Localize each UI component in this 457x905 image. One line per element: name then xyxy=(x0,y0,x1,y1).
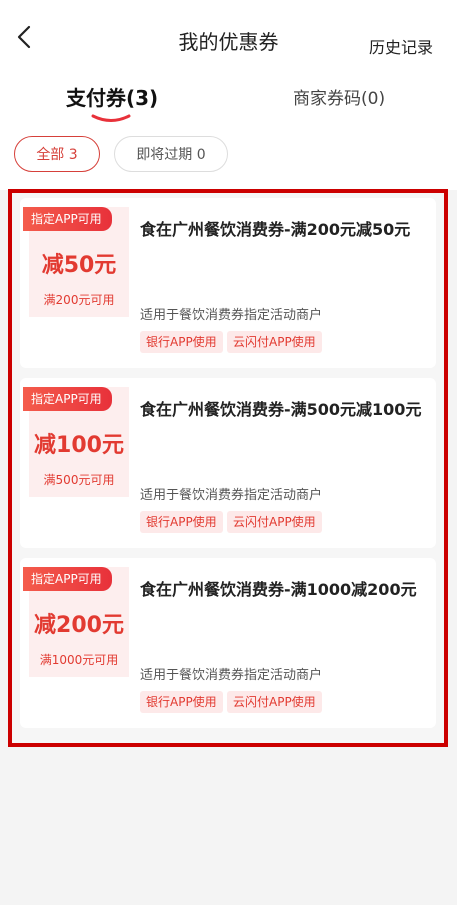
tag-unionpay-app: 云闪付APP使用 xyxy=(227,691,322,713)
coupon-title: 食在广州餐饮消费券-满500元减100元 xyxy=(140,400,422,419)
filter-expiring-chip[interactable]: 即将过期 0 xyxy=(114,136,228,172)
coupon-title: 食在广州餐饮消费券-满200元减50元 xyxy=(140,220,411,239)
app-only-badge: 指定APP可用 xyxy=(23,567,112,591)
app-only-badge: 指定APP可用 xyxy=(23,387,112,411)
coupon-value-panel: 指定APP可用 减100元 满500元可用 xyxy=(23,387,129,497)
tag-bank-app: 银行APP使用 xyxy=(140,511,223,533)
coupon-card[interactable]: 指定APP可用 减200元 满1000元可用 食在广州餐饮消费券-满1000减2… xyxy=(20,558,436,728)
filter-all-chip[interactable]: 全部 3 xyxy=(14,136,100,172)
usage-condition: 满1000元可用 xyxy=(39,653,119,667)
discount-amount: 减200元 xyxy=(34,613,124,638)
discount-amount: 减100元 xyxy=(34,433,124,458)
history-link[interactable]: 历史记录 xyxy=(369,34,433,58)
header-area: 我的优惠券 历史记录 支付券(3) 商家券码(0) 全部 3 即将过期 0 xyxy=(0,0,457,190)
coupon-card[interactable]: 指定APP可用 减50元 满200元可用 食在广州餐饮消费券-满200元减50元… xyxy=(20,198,436,368)
tag-unionpay-app: 云闪付APP使用 xyxy=(227,511,322,533)
usage-condition: 满200元可用 xyxy=(43,293,115,307)
usage-condition: 满500元可用 xyxy=(43,473,115,487)
coupon-description: 适用于餐饮消费券指定活动商户 xyxy=(140,668,323,683)
tab-merchant-codes[interactable]: 商家券码(0) xyxy=(293,84,385,109)
discount-amount: 减50元 xyxy=(41,253,117,278)
coupon-description: 适用于餐饮消费券指定活动商户 xyxy=(140,488,323,503)
coupon-value-panel: 指定APP可用 减200元 满1000元可用 xyxy=(23,567,129,677)
tag-bank-app: 银行APP使用 xyxy=(140,331,223,353)
tag-bank-app: 银行APP使用 xyxy=(140,691,223,713)
coupon-description: 适用于餐饮消费券指定活动商户 xyxy=(140,308,323,323)
tab-active-indicator xyxy=(90,108,132,122)
tag-unionpay-app: 云闪付APP使用 xyxy=(227,331,322,353)
tab-payment-coupons[interactable]: 支付券(3) xyxy=(66,82,158,111)
coupon-card[interactable]: 指定APP可用 减100元 满500元可用 食在广州餐饮消费券-满500元减10… xyxy=(20,378,436,548)
coupon-title: 食在广州餐饮消费券-满1000减200元 xyxy=(140,580,417,599)
app-only-badge: 指定APP可用 xyxy=(23,207,112,231)
coupon-value-panel: 指定APP可用 减50元 满200元可用 xyxy=(23,207,129,317)
